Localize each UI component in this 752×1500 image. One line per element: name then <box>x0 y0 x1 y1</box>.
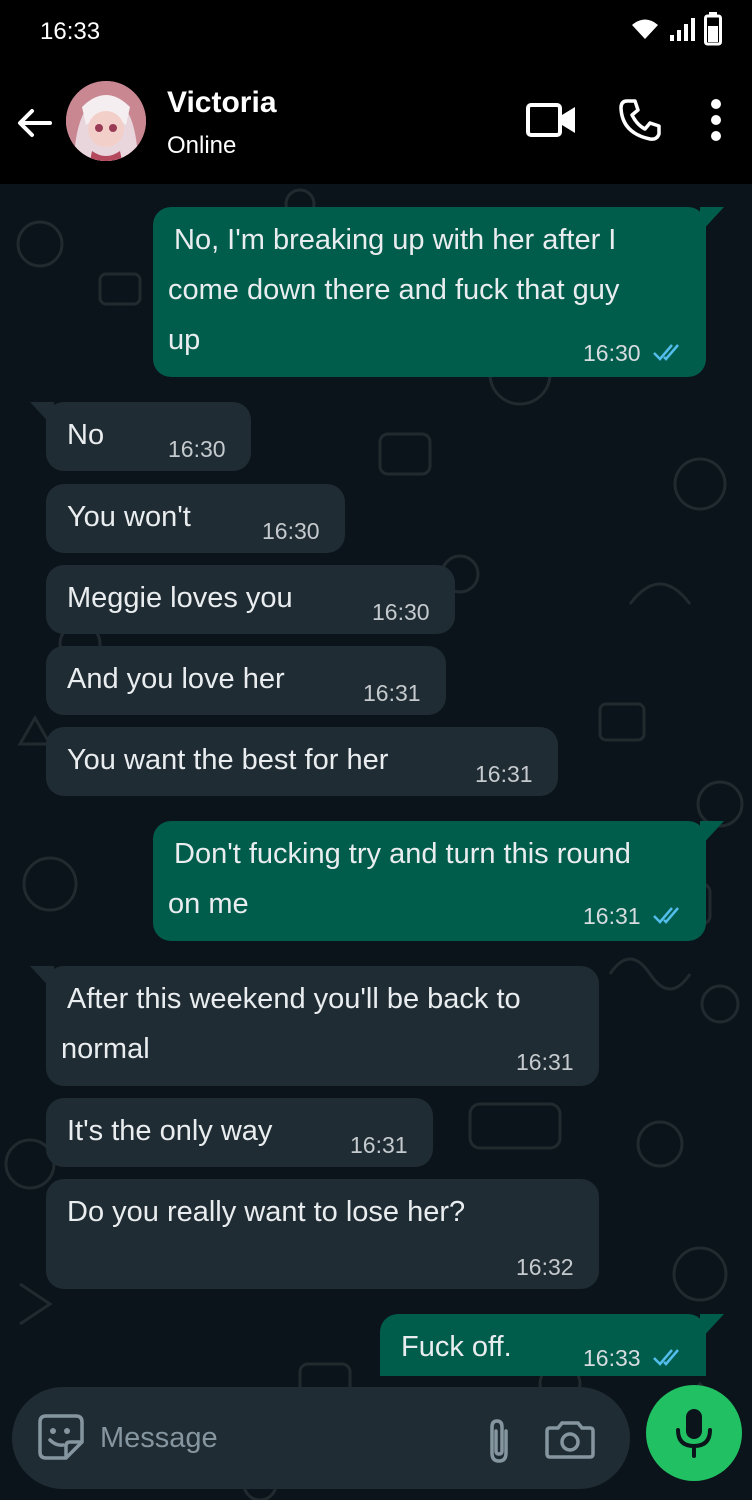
message-list[interactable]: No, I'm breaking up with her after I com… <box>0 184 752 1500</box>
contact-status: Online <box>167 132 237 159</box>
message-time: 16:32 <box>516 1254 574 1280</box>
status-time: 16:33 <box>40 18 101 45</box>
message-text: It's the only way <box>67 1115 273 1147</box>
message-bubble-incoming[interactable]: You want the best for her 16:31 <box>46 727 558 796</box>
signal-icon <box>668 17 696 46</box>
back-arrow-icon[interactable] <box>12 102 56 146</box>
read-tick-icon <box>653 907 679 924</box>
message-text: Do you really want to lose her? <box>67 1196 466 1228</box>
more-options-icon[interactable] <box>688 92 744 148</box>
message-bubble-incoming[interactable]: It's the only way 16:31 <box>46 1098 433 1167</box>
message-time: 16:30 <box>372 599 430 625</box>
message-text: Fuck off. <box>401 1331 512 1363</box>
sticker-icon[interactable] <box>36 1412 86 1462</box>
message-bubble-incoming[interactable]: You won't 16:30 <box>46 484 345 553</box>
read-tick-icon <box>653 1349 679 1366</box>
message-text: up <box>168 324 201 356</box>
video-call-icon[interactable] <box>524 92 580 148</box>
message-bubble-incoming[interactable]: Do you really want to lose her? 16:32 <box>46 1179 599 1289</box>
attach-icon[interactable] <box>482 1417 516 1467</box>
message-time: 16:31 <box>516 1049 574 1075</box>
message-text: come down there and fuck that guy <box>168 274 620 306</box>
battery-icon <box>704 12 722 51</box>
message-time: 16:31 <box>475 761 533 787</box>
voice-call-icon[interactable] <box>612 92 668 148</box>
message-bubble-incoming[interactable]: Meggie loves you 16:30 <box>46 565 455 634</box>
message-text: Meggie loves you <box>67 582 293 614</box>
microphone-button[interactable] <box>646 1385 742 1481</box>
message-bubble-outgoing[interactable]: No, I'm breaking up with her after I com… <box>153 207 706 377</box>
message-time: 16:31 <box>583 903 641 929</box>
message-bubble-outgoing[interactable]: Don't fucking try and turn this round on… <box>153 821 706 941</box>
message-bubble-incoming[interactable]: No 16:30 <box>46 402 251 471</box>
status-icons <box>630 12 722 51</box>
message-time: 16:33 <box>583 1345 641 1371</box>
message-bubble-outgoing[interactable]: Fuck off. 16:33 <box>380 1314 706 1376</box>
message-bubble-incoming[interactable]: After this weekend you'll be back to nor… <box>46 966 599 1086</box>
wifi-icon <box>630 17 660 46</box>
avatar[interactable] <box>66 81 146 161</box>
message-text: And you love her <box>67 663 285 695</box>
bubble-tail <box>700 1314 724 1340</box>
message-time: 16:30 <box>262 518 320 544</box>
chat-header: Victoria Online <box>0 64 752 184</box>
bubble-tail <box>30 402 54 428</box>
read-tick-icon <box>653 344 679 361</box>
message-input[interactable]: Message <box>100 1422 218 1455</box>
status-bar: 16:33 <box>0 0 752 64</box>
message-time: 16:31 <box>350 1132 408 1158</box>
message-text: on me <box>168 888 249 920</box>
bubble-tail <box>700 821 724 847</box>
message-time: 16:30 <box>168 436 226 462</box>
bubble-tail <box>700 207 724 233</box>
message-time: 16:30 <box>583 340 641 366</box>
camera-icon[interactable] <box>544 1420 596 1460</box>
message-text: No <box>67 419 105 451</box>
message-text: After this weekend you'll be back to <box>67 983 521 1015</box>
message-text: normal <box>61 1033 150 1065</box>
message-time: 16:31 <box>363 680 421 706</box>
message-text: You won't <box>67 501 191 533</box>
message-composer[interactable]: Message <box>12 1387 630 1489</box>
contact-name[interactable]: Victoria <box>167 86 277 120</box>
message-text: You want the best for her <box>67 744 389 776</box>
message-bubble-incoming[interactable]: And you love her 16:31 <box>46 646 446 715</box>
message-text: Don't fucking try and turn this round <box>174 838 631 870</box>
bubble-tail <box>30 966 54 992</box>
message-text: No, I'm breaking up with her after I <box>174 224 617 256</box>
microphone-icon <box>676 1409 712 1458</box>
